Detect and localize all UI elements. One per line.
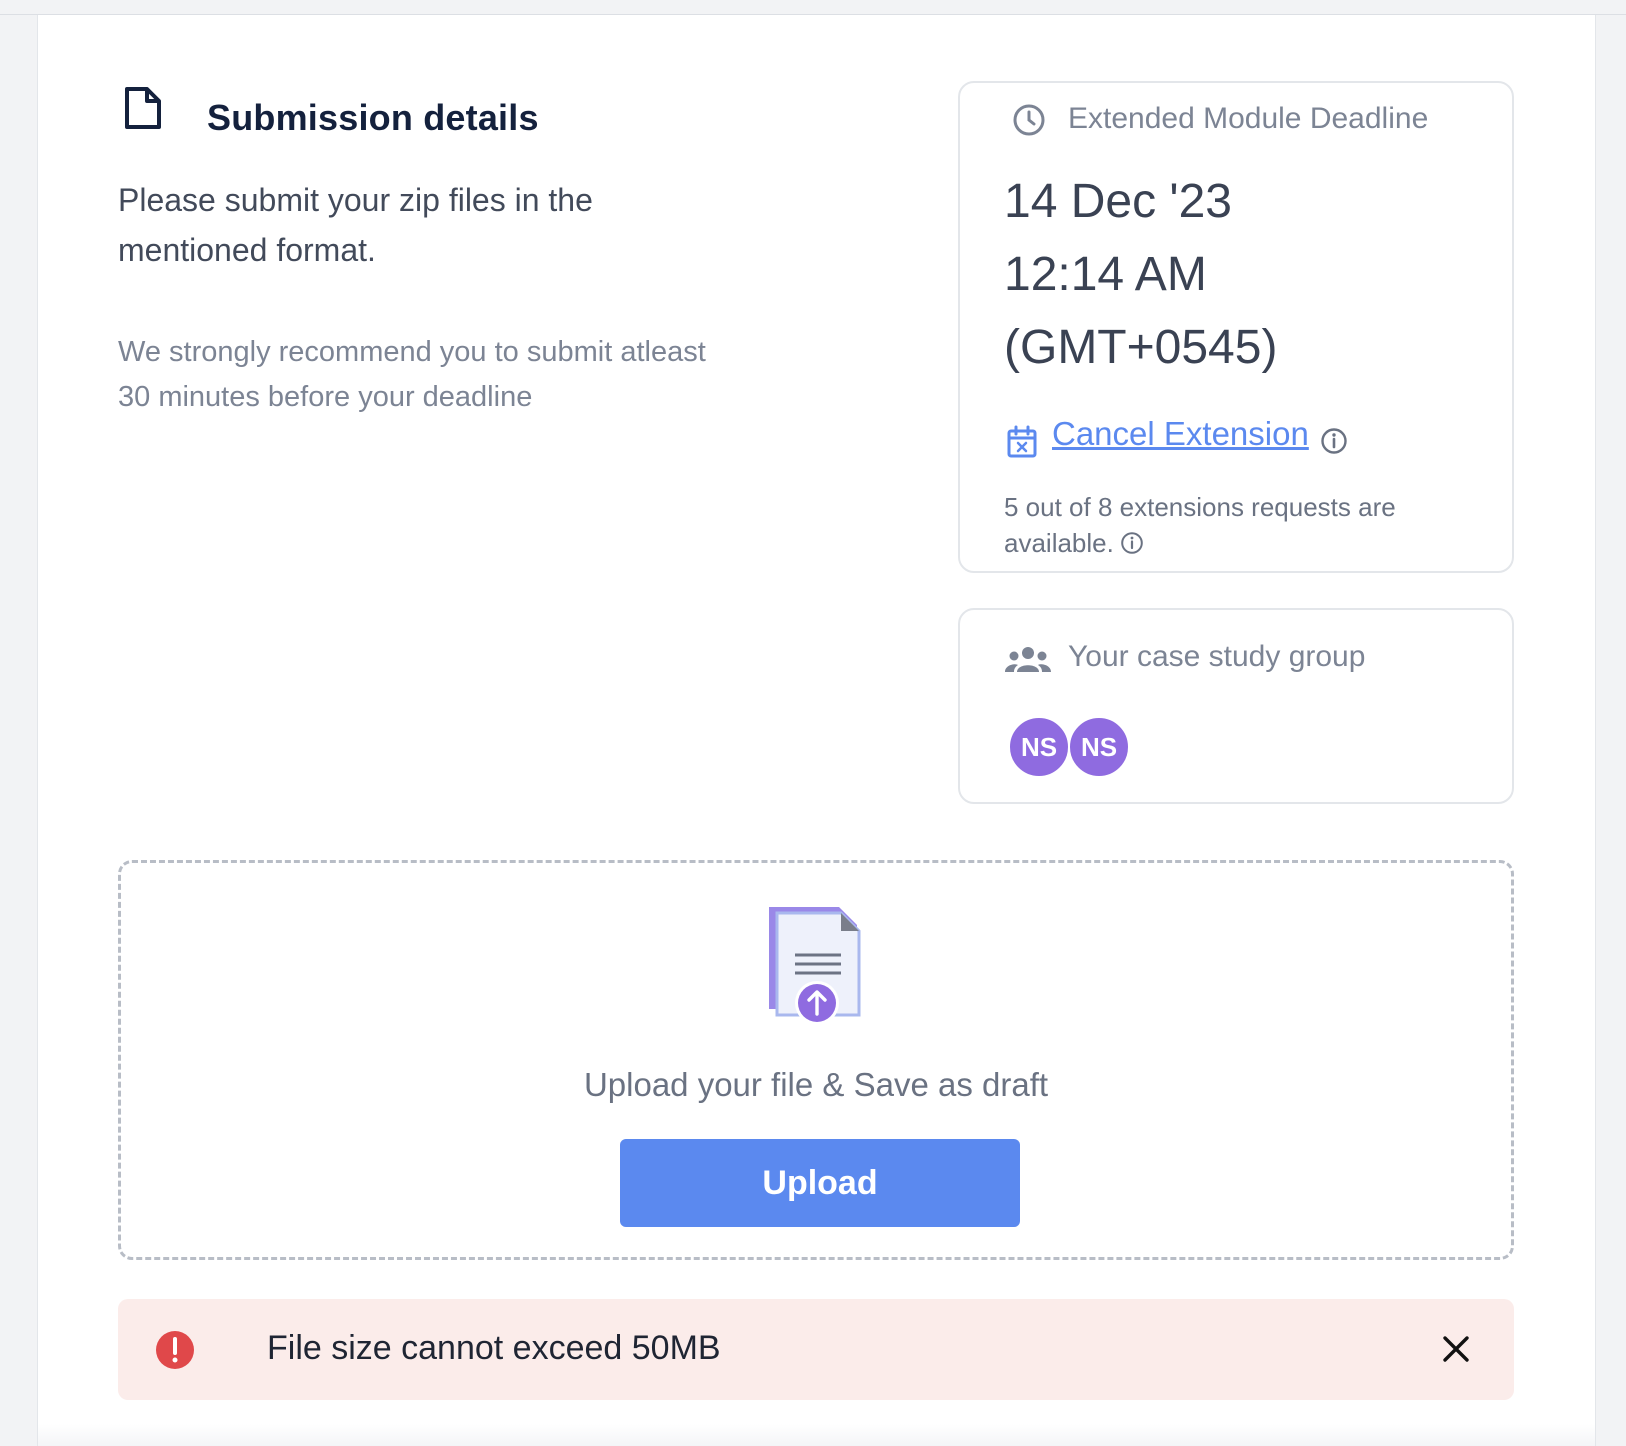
close-icon[interactable] [1440,1333,1472,1365]
error-alert: File size cannot exceed 50MB [118,1299,1514,1400]
calendar-x-icon[interactable] [1006,425,1038,459]
top-strip [0,0,1626,15]
clock-icon [1013,104,1045,136]
group-icon [1005,647,1051,672]
extensions-note: 5 out of 8 extensions requests are avail… [1004,489,1474,561]
card-bottom-edge [38,1424,1595,1446]
upload-file-icon [769,907,861,1025]
info-icon[interactable] [1320,427,1348,455]
page-title: Submission details [207,97,539,138]
deadline-datetime: 14 Dec '23 12:14 AM (GMT+0545) [1004,165,1484,384]
submission-card: Submission details Please submit your zi… [37,15,1596,1446]
deadline-date: 14 Dec '23 [1004,175,1232,228]
upload-label: Upload your file & Save as draft [583,1066,1049,1103]
recommendation-text: We strongly recommend you to submit atle… [118,336,706,413]
group-card: Your case study group NS NS [958,608,1514,804]
group-heading: Your case study group [1068,640,1366,673]
upload-dropzone[interactable]: Upload your file & Save as draft Upload [118,860,1514,1260]
instructions-text: Please submit your zip files in the ment… [118,182,593,268]
deadline-time: 12:14 AM [1004,248,1207,301]
error-message: File size cannot exceed 50MB [267,1329,721,1367]
deadline-card: Extended Module Deadline 14 Dec '23 12:1… [958,81,1514,573]
info-icon[interactable] [1120,531,1144,555]
avatar[interactable]: NS [1068,716,1130,778]
cancel-extension-link[interactable]: Cancel Extension [1052,415,1309,453]
upload-button[interactable]: Upload [620,1139,1020,1227]
error-icon [156,1331,194,1369]
avatar[interactable]: NS [1008,716,1070,778]
deadline-heading: Extended Module Deadline [1068,102,1429,135]
deadline-timezone: (GMT+0545) [1004,321,1278,374]
document-icon [125,87,161,129]
extensions-note-text: 5 out of 8 extensions requests are avail… [1004,492,1396,558]
